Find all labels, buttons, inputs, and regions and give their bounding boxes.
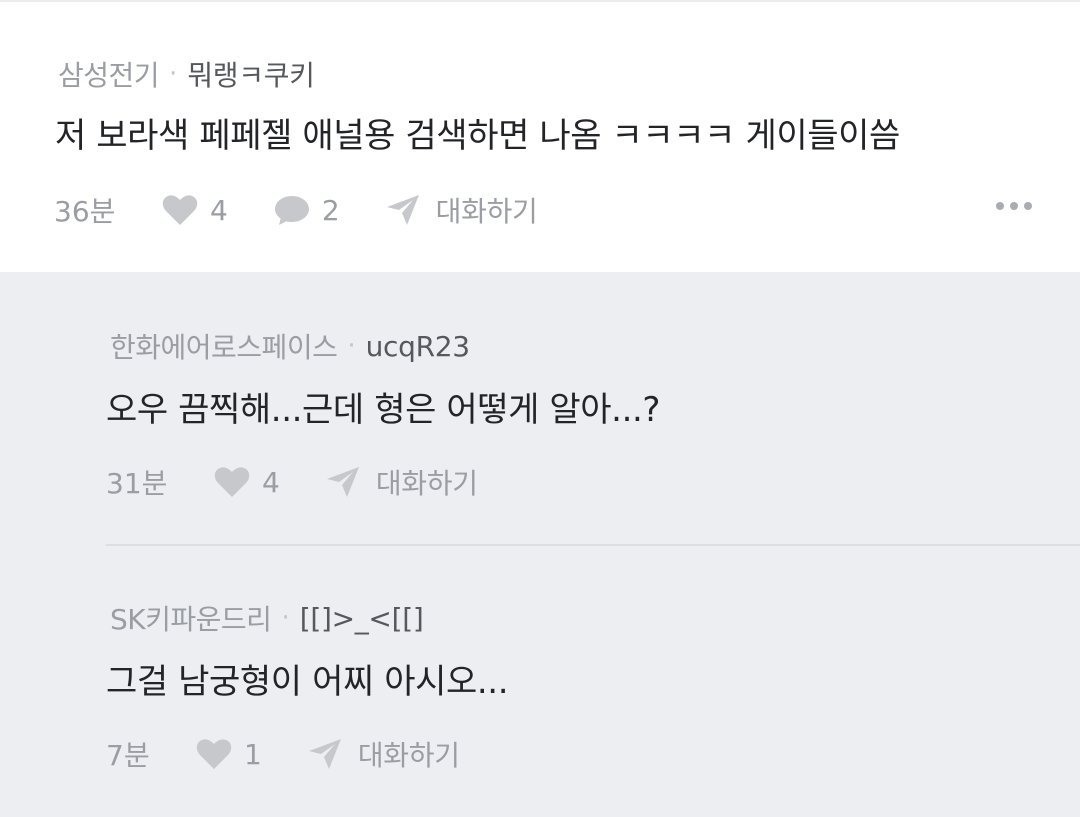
reply-meta: 한화에어로스페이스 · ucqR23	[110, 326, 470, 366]
author-nickname[interactable]: ucqR23	[366, 330, 471, 363]
reply-meta: SK키파운드리 · [[]>_<[[]	[110, 598, 424, 638]
reply-time: 7분	[106, 739, 150, 772]
reply-button[interactable]: 2	[274, 194, 340, 227]
chat-label: 대화하기	[375, 467, 478, 500]
paper-plane-icon	[386, 195, 419, 225]
reply-actions: 7분 1 대화하기	[106, 732, 460, 776]
author-nickname[interactable]: [[]>_<[[]	[300, 602, 424, 635]
like-count: 1	[244, 737, 262, 771]
heart-icon	[214, 467, 250, 497]
heart-icon	[196, 739, 232, 769]
chat-label: 대화하기	[357, 739, 460, 772]
chat-button[interactable]: 대화하기	[308, 734, 460, 774]
reply-body: 그걸 남궁형이 어찌 아시오...	[106, 662, 509, 702]
paper-plane-icon	[308, 739, 341, 769]
like-button[interactable]: 4	[214, 466, 280, 499]
heart-icon	[162, 195, 198, 225]
main-comment: 삼성전기 · 뭐랭ㅋ쿠키 저 보라색 페페젤 애널용 검색하면 나옴 ㅋㅋㅋㅋ …	[0, 2, 1080, 272]
paper-plane-icon	[326, 467, 359, 497]
meta-separator: ·	[169, 59, 178, 89]
more-options-button[interactable]	[996, 202, 1032, 210]
more-dots-icon	[996, 202, 1004, 210]
reply-count: 2	[321, 193, 340, 227]
comment-thread: 삼성전기 · 뭐랭ㅋ쿠키 저 보라색 페페젤 애널용 검색하면 나옴 ㅋㅋㅋㅋ …	[0, 0, 1080, 817]
reply-body: 오우 끔찍해...근데 형은 어떻게 알아...?	[106, 390, 661, 430]
reply-actions: 31분 4 대화하기	[106, 460, 478, 504]
company-name[interactable]: SK키파운드리	[110, 598, 272, 638]
comment-body: 저 보라색 페페젤 애널용 검색하면 나옴 ㅋㅋㅋㅋ 게이들이씀	[55, 116, 900, 156]
like-count: 4	[210, 193, 228, 227]
comment-time: 36분	[54, 195, 116, 228]
reply-time: 31분	[106, 467, 168, 500]
chat-button[interactable]: 대화하기	[386, 190, 538, 230]
more-dots-icon	[1010, 202, 1018, 210]
comment-actions: 36분 4 2 대화하기	[54, 188, 538, 232]
meta-separator: ·	[281, 603, 290, 633]
meta-separator: ·	[347, 331, 356, 361]
comment-meta: 삼성전기 · 뭐랭ㅋ쿠키	[58, 54, 315, 94]
more-dots-icon	[1024, 202, 1032, 210]
chat-label: 대화하기	[435, 195, 538, 228]
company-name[interactable]: 삼성전기	[58, 54, 160, 94]
like-count: 4	[262, 465, 280, 499]
like-button[interactable]: 4	[162, 194, 228, 227]
chat-button[interactable]: 대화하기	[326, 462, 478, 502]
speech-bubble-icon	[274, 196, 309, 225]
author-nickname[interactable]: 뭐랭ㅋ쿠키	[187, 54, 315, 94]
reply-divider	[106, 544, 1080, 546]
reply-list: 한화에어로스페이스 · ucqR23 오우 끔찍해...근데 형은 어떻게 알아…	[0, 272, 1080, 817]
like-button[interactable]: 1	[196, 738, 262, 771]
company-name[interactable]: 한화에어로스페이스	[110, 326, 338, 366]
